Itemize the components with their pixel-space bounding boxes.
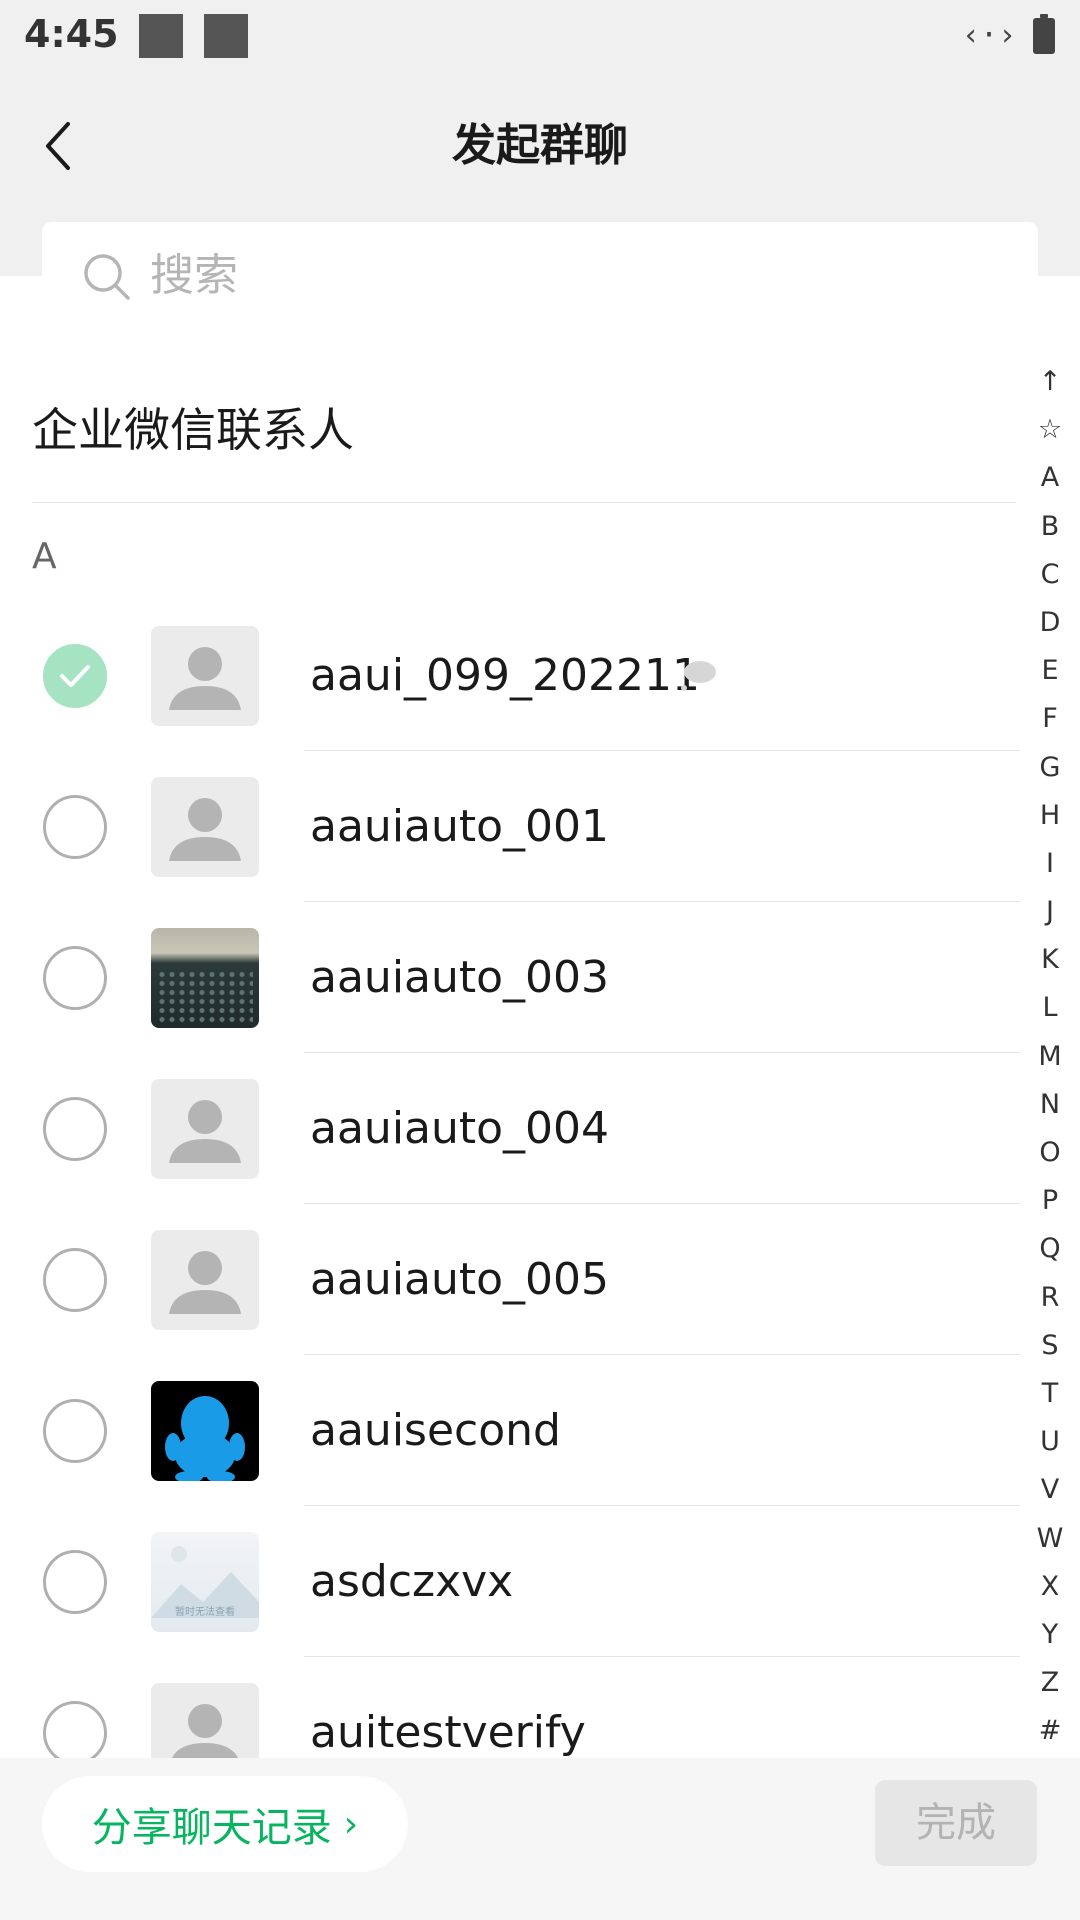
header: 发起群聊 搜索 [0, 76, 1080, 330]
notification-icon [204, 14, 248, 58]
checkbox[interactable] [43, 1097, 107, 1161]
notification-icon [139, 14, 183, 58]
contact-name: aauiauto_001 [310, 801, 610, 852]
checkbox[interactable] [43, 1399, 107, 1463]
index-f[interactable]: F [1028, 695, 1072, 743]
avatar [151, 626, 259, 726]
index-y[interactable]: Y [1028, 1611, 1072, 1659]
search-icon [84, 254, 130, 300]
index-g[interactable]: G [1028, 744, 1072, 792]
contact-row[interactable]: aauisecond [0, 1355, 1020, 1506]
contact-row[interactable]: aauiauto_003 [0, 902, 1020, 1053]
index-n[interactable]: N [1028, 1081, 1072, 1129]
index-i[interactable]: I [1028, 840, 1072, 888]
index-b[interactable]: B [1028, 503, 1072, 551]
index-hash[interactable]: # [1028, 1707, 1072, 1755]
avatar: 暂时无法查看 [151, 1532, 259, 1632]
search-input[interactable]: 搜索 [42, 222, 1038, 330]
avatar [151, 1381, 259, 1481]
enterprise-contacts-entry[interactable]: 企业微信联系人 [32, 370, 354, 490]
index-x[interactable]: X [1028, 1563, 1072, 1611]
contact-row[interactable]: aauiauto_005 [0, 1204, 1020, 1355]
index-v[interactable]: V [1028, 1466, 1072, 1514]
checkbox[interactable] [43, 795, 107, 859]
index-j[interactable]: J [1028, 888, 1072, 936]
status-bar: 4:45 ‹·› [0, 0, 1080, 76]
contact-name: aaui_099_202211 [310, 650, 700, 701]
index-p[interactable]: P [1028, 1177, 1072, 1225]
contact-name: aauiauto_004 [310, 1103, 610, 1154]
share-chat-history-button[interactable]: 分享聊天记录 › [42, 1776, 408, 1872]
avatar [151, 777, 259, 877]
divider [32, 502, 1016, 503]
back-arrow-icon [46, 122, 70, 170]
letter-header: A [32, 536, 57, 577]
index-s[interactable]: S [1028, 1322, 1072, 1370]
alphabet-index[interactable]: ↑ ☆ A B C D E F G H I J K L M N O P Q R … [1028, 358, 1072, 1755]
done-button[interactable]: 完成 [875, 1780, 1037, 1866]
network-icon: ‹·› [962, 18, 1017, 53]
contact-row[interactable]: aauiauto_004 [0, 1053, 1020, 1204]
index-a[interactable]: A [1028, 454, 1072, 502]
checkbox[interactable] [43, 1248, 107, 1312]
index-u[interactable]: U [1028, 1418, 1072, 1466]
share-label: 分享聊天记录 [91, 1805, 332, 1851]
checkbox[interactable] [43, 946, 107, 1010]
contact-name: aauisecond [310, 1405, 561, 1456]
contact-row[interactable]: aaui_099_202211 [0, 600, 1020, 751]
index-o[interactable]: O [1028, 1129, 1072, 1177]
index-e[interactable]: E [1028, 647, 1072, 695]
chevron-right-icon: › [343, 1803, 359, 1845]
contact-name: asdczxvx [310, 1556, 514, 1607]
bottom-bar: 分享聊天记录 › 完成 [0, 1758, 1080, 1920]
chat-bubble-icon [681, 661, 716, 691]
checked-icon[interactable] [43, 644, 107, 708]
index-m[interactable]: M [1028, 1033, 1072, 1081]
index-h[interactable]: H [1028, 792, 1072, 840]
contact-name: aauiauto_005 [310, 1254, 610, 1305]
index-k[interactable]: K [1028, 936, 1072, 984]
avatar-caption: 暂时无法查看 [175, 1607, 235, 1618]
index-r[interactable]: R [1028, 1274, 1072, 1322]
avatar [151, 1230, 259, 1330]
contact-row[interactable]: aauiauto_001 [0, 751, 1020, 902]
checkbox[interactable] [43, 1701, 107, 1765]
battery-icon [1033, 14, 1055, 54]
contact-row[interactable]: 暂时无法查看 asdczxvx [0, 1506, 1020, 1657]
avatar [151, 1079, 259, 1179]
back-button[interactable] [28, 106, 88, 186]
page-title: 发起群聊 [452, 120, 628, 171]
contact-name: aauiauto_003 [310, 952, 610, 1003]
index-l[interactable]: L [1028, 984, 1072, 1032]
index-w[interactable]: W [1028, 1515, 1072, 1563]
search-placeholder: 搜索 [150, 250, 238, 301]
index-z[interactable]: Z [1028, 1659, 1072, 1707]
checkbox[interactable] [43, 1550, 107, 1614]
status-time: 4:45 [24, 12, 119, 56]
avatar [151, 928, 259, 1028]
index-t[interactable]: T [1028, 1370, 1072, 1418]
index-c[interactable]: C [1028, 551, 1072, 599]
index-up[interactable]: ↑ [1028, 358, 1072, 406]
index-q[interactable]: Q [1028, 1225, 1072, 1273]
index-star[interactable]: ☆ [1028, 406, 1072, 454]
index-d[interactable]: D [1028, 599, 1072, 647]
